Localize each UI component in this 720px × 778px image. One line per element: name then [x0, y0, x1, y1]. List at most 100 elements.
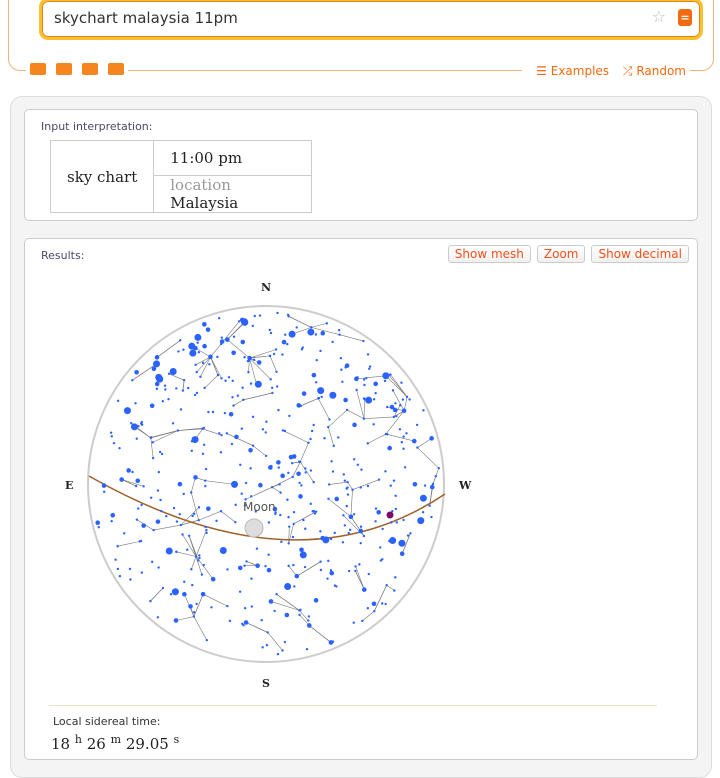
star — [381, 558, 383, 560]
star — [210, 606, 212, 608]
star — [177, 429, 179, 431]
input-toolbar — [26, 63, 128, 75]
star — [395, 415, 397, 417]
random-link[interactable]: ⤮ Random — [623, 64, 686, 78]
star — [292, 564, 294, 566]
star — [363, 378, 365, 380]
star — [264, 565, 266, 567]
star — [245, 482, 247, 484]
star — [265, 421, 267, 423]
star — [126, 468, 131, 473]
star — [318, 397, 320, 399]
star — [284, 583, 291, 590]
compute-button[interactable]: = — [678, 9, 692, 26]
star — [195, 555, 197, 557]
results-pod: Results: Show mesh Zoom Show decimal N S… — [24, 238, 698, 760]
sidereal-value: 18 h 26 m 29.05 s — [51, 733, 179, 753]
star — [170, 368, 177, 375]
search-input[interactable] — [52, 8, 636, 28]
star — [285, 613, 290, 618]
star — [307, 329, 314, 336]
star — [379, 546, 381, 548]
star — [329, 571, 334, 576]
star — [241, 427, 243, 429]
star — [205, 468, 207, 470]
star — [345, 363, 350, 368]
camera-icon[interactable] — [56, 63, 72, 75]
star — [402, 448, 404, 450]
star — [286, 499, 288, 501]
star — [180, 524, 182, 526]
star — [384, 603, 386, 605]
star — [296, 326, 298, 328]
star — [258, 483, 263, 488]
examples-link[interactable]: ☰ Examples — [536, 64, 609, 78]
star — [299, 547, 304, 552]
star — [343, 398, 348, 403]
star — [249, 467, 251, 469]
star — [287, 565, 289, 567]
star — [238, 566, 243, 571]
star — [159, 451, 161, 453]
star — [356, 376, 358, 378]
star — [190, 491, 192, 493]
star — [193, 611, 195, 613]
star — [395, 508, 397, 510]
time-cell: 11:00 pm — [154, 141, 312, 176]
moon-label: Moon — [243, 500, 276, 514]
star — [408, 398, 410, 400]
star — [198, 554, 200, 556]
table-icon[interactable] — [82, 63, 98, 75]
star — [211, 577, 216, 582]
star — [134, 370, 139, 375]
star — [304, 528, 306, 530]
star — [420, 495, 427, 502]
star — [265, 455, 267, 457]
star — [402, 435, 404, 437]
star — [177, 350, 179, 352]
star — [307, 619, 309, 621]
star — [375, 507, 377, 509]
star — [360, 542, 362, 544]
star — [302, 391, 307, 396]
star — [320, 569, 322, 571]
star — [245, 560, 247, 562]
star — [367, 607, 369, 609]
star — [269, 599, 274, 604]
star — [141, 571, 143, 573]
star — [232, 380, 234, 382]
star — [398, 540, 405, 547]
star — [266, 631, 268, 633]
star — [352, 423, 357, 428]
star — [369, 365, 371, 367]
star — [141, 523, 146, 528]
star — [338, 333, 340, 335]
star — [312, 481, 314, 483]
search-box[interactable]: ☆ = — [39, 0, 703, 40]
star — [205, 532, 207, 534]
star — [182, 592, 187, 597]
star — [204, 479, 206, 481]
star — [239, 591, 241, 593]
star — [288, 525, 290, 527]
star — [182, 349, 184, 351]
star — [218, 317, 220, 319]
upload-icon[interactable] — [108, 63, 124, 75]
star — [358, 529, 363, 534]
keyboard-icon[interactable] — [30, 63, 46, 75]
star — [247, 371, 249, 373]
star — [259, 314, 261, 316]
star — [409, 532, 411, 534]
star — [252, 416, 254, 418]
star — [275, 593, 277, 595]
star — [151, 561, 153, 563]
star — [354, 570, 356, 572]
star — [271, 486, 273, 488]
star — [205, 529, 207, 531]
star — [251, 605, 253, 607]
star — [346, 505, 348, 507]
star — [284, 641, 286, 643]
star — [307, 442, 309, 444]
favorite-star-icon[interactable]: ☆ — [652, 7, 666, 26]
star — [322, 536, 329, 543]
